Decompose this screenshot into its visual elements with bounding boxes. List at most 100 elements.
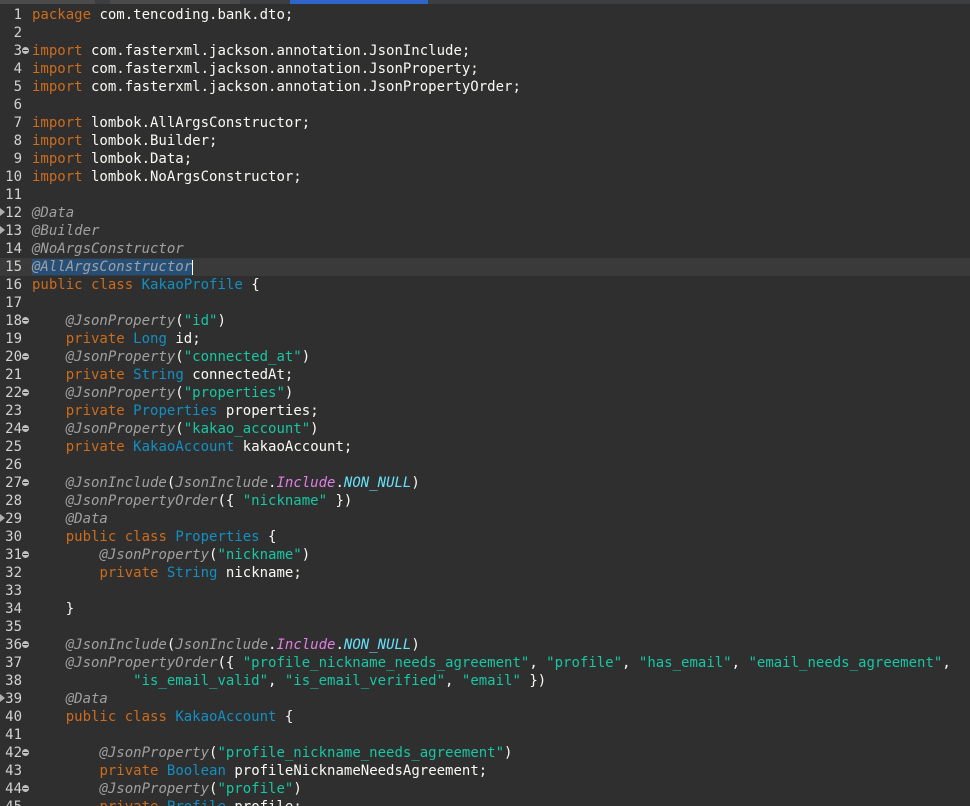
line-number-gutter[interactable]: 3 [0,42,30,60]
code-line[interactable]: 22 @JsonProperty("properties") [0,384,970,402]
fold-collapse-icon[interactable] [22,749,29,756]
line-number-gutter[interactable]: 34 [0,600,30,618]
code-line[interactable]: 27 @JsonInclude(JsonInclude.Include.NON_… [0,474,970,492]
annotation-marker-icon[interactable] [0,694,5,702]
line-number-gutter[interactable]: 7 [0,114,30,132]
line-number-gutter[interactable]: 11 [0,186,30,204]
line-number-gutter[interactable]: 10 [0,168,30,186]
code-line[interactable]: 24 @JsonProperty("kakao_account") [0,420,970,438]
line-number-gutter[interactable]: 40 [0,708,30,726]
code-text[interactable]: @JsonProperty("connected_at") [32,348,310,366]
code-text[interactable]: public class KakaoProfile { [32,276,260,294]
editor-tab[interactable] [0,0,95,4]
code-line[interactable]: 39 @Data [0,690,970,708]
code-line[interactable]: 10 import lombok.NoArgsConstructor; [0,168,970,186]
code-text[interactable]: private String connectedAt; [32,366,294,384]
code-line[interactable]: 37 @JsonPropertyOrder({ "profile_nicknam… [0,654,970,672]
code-line[interactable]: 5 import com.fasterxml.jackson.annotation… [0,78,970,96]
line-number-gutter[interactable]: 41 [0,726,30,744]
code-text[interactable]: import com.fasterxml.jackson.annotation.… [32,42,470,60]
code-text[interactable]: private String nickname; [32,564,301,582]
code-text[interactable]: @JsonProperty("profile") [32,780,301,798]
code-text[interactable]: package com.tencoding.bank.dto; [32,6,293,24]
line-number-gutter[interactable]: 2 [0,24,30,42]
code-line[interactable]: 8 import lombok.Builder; [0,132,970,150]
code-line[interactable]: 12 @Data [0,204,970,222]
code-line[interactable]: 6 [0,96,970,114]
line-number-gutter[interactable]: 42 [0,744,30,762]
code-line[interactable]: 35 [0,618,970,636]
line-number-gutter[interactable]: 6 [0,96,30,114]
fold-collapse-icon[interactable] [22,425,29,432]
line-number-gutter[interactable]: 9 [0,150,30,168]
code-line[interactable]: 13 @Builder [0,222,970,240]
code-line[interactable]: 32 private String nickname; [0,564,970,582]
fold-collapse-icon[interactable] [22,641,29,648]
code-line[interactable]: 2 [0,24,970,42]
line-number-gutter[interactable]: 35 [0,618,30,636]
code-text[interactable]: @Builder [32,222,99,240]
line-number-gutter[interactable]: 16 [0,276,30,294]
code-text[interactable]: @Data [32,204,74,222]
line-number-gutter[interactable]: 38 [0,672,30,690]
code-line[interactable]: 16 public class KakaoProfile { [0,276,970,294]
annotation-marker-icon[interactable] [0,226,5,234]
fold-collapse-icon[interactable] [22,389,29,396]
annotation-marker-icon[interactable] [0,514,5,522]
code-line[interactable]: 43 private Boolean profileNicknameNeedsA… [0,762,970,780]
code-text[interactable]: @JsonInclude(JsonInclude.Include.NON_NUL… [32,636,420,654]
line-number-gutter[interactable]: 8 [0,132,30,150]
line-number-gutter[interactable]: 21 [0,366,30,384]
code-line[interactable]: 7 import lombok.AllArgsConstructor; [0,114,970,132]
line-number-gutter[interactable]: 20 [0,348,30,366]
code-text[interactable]: @Data [32,510,108,528]
code-text[interactable]: import com.fasterxml.jackson.annotation.… [32,78,521,96]
code-text[interactable]: @Data [32,690,108,708]
line-number-gutter[interactable]: 14 [0,240,30,258]
code-text[interactable]: private Profile profile; [32,798,301,806]
line-number-gutter[interactable]: 19 [0,330,30,348]
editor-tab[interactable] [110,0,240,4]
line-number-gutter[interactable]: 18 [0,312,30,330]
line-number-gutter[interactable]: 29 [0,510,30,528]
code-line[interactable]: 14 @NoArgsConstructor [0,240,970,258]
line-number-gutter[interactable]: 33 [0,582,30,600]
code-text[interactable]: private Long id; [32,330,201,348]
line-number-gutter[interactable]: 26 [0,456,30,474]
code-text[interactable]: import lombok.NoArgsConstructor; [32,168,302,186]
code-line[interactable]: 23 private Properties properties; [0,402,970,420]
line-number-gutter[interactable]: 25 [0,438,30,456]
code-line[interactable]: 1 package com.tencoding.bank.dto; [0,6,970,24]
code-line[interactable]: 21 private String connectedAt; [0,366,970,384]
line-number-gutter[interactable]: 31 [0,546,30,564]
line-number-gutter[interactable]: 32 [0,564,30,582]
fold-collapse-icon[interactable] [22,353,29,360]
code-text[interactable]: @JsonProperty("properties") [32,384,294,402]
code-text[interactable]: "is_email_valid", "is_email_verified", "… [32,672,546,690]
code-editor[interactable]: 1 package com.tencoding.bank.dto; 2 3 import… [0,0,970,806]
line-number-gutter[interactable]: 44 [0,780,30,798]
code-line[interactable]: 42 @JsonProperty("profile_nickname_needs… [0,744,970,762]
line-number-gutter[interactable]: 45 [0,798,30,806]
line-number-gutter[interactable]: 24 [0,420,30,438]
code-line[interactable]: 36 @JsonInclude(JsonInclude.Include.NON_… [0,636,970,654]
code-text[interactable]: private KakaoAccount kakaoAccount; [32,438,353,456]
fold-collapse-icon[interactable] [22,479,29,486]
editor-tab-active[interactable] [290,0,428,4]
code-text[interactable]: @JsonProperty("nickname") [32,546,310,564]
code-line[interactable]: 29 @Data [0,510,970,528]
line-number-gutter[interactable]: 22 [0,384,30,402]
code-line[interactable]: 18 @JsonProperty("id") [0,312,970,330]
code-line[interactable]: 28 @JsonPropertyOrder({ "nickname" }) [0,492,970,510]
code-text[interactable]: @JsonInclude(JsonInclude.Include.NON_NUL… [32,474,420,492]
line-number-gutter[interactable]: 28 [0,492,30,510]
code-line[interactable]: 33 [0,582,970,600]
code-text[interactable]: @JsonPropertyOrder({ "nickname" }) [32,492,353,510]
line-number-gutter[interactable]: 36 [0,636,30,654]
code-text[interactable]: import com.fasterxml.jackson.annotation.… [32,60,479,78]
line-number-gutter[interactable]: 23 [0,402,30,420]
code-line[interactable]: 3 import com.fasterxml.jackson.annotation… [0,42,970,60]
line-number-gutter[interactable]: 12 [0,204,30,222]
line-number-gutter[interactable]: 5 [0,78,30,96]
line-number-gutter[interactable]: 27 [0,474,30,492]
